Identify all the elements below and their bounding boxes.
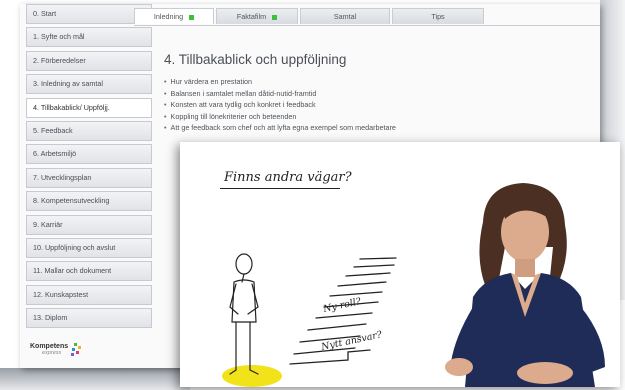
list-item: Konsten att vara tydlig och konkret i fe…	[164, 99, 396, 111]
sidebar-item-forberedelser[interactable]: 2. Förberedelser	[26, 50, 152, 71]
staircase-sketch: Ny roll? Nytt ansvar?	[222, 253, 397, 387]
sidebar-item-tillbakablick[interactable]: 4. Tillbakablick/ Uppföljj.	[26, 97, 152, 118]
topic-list: Hur värdera en prestation Balansen i sam…	[164, 76, 396, 134]
sidebar-item-label: 9. Karriär	[33, 219, 63, 229]
title-underline	[220, 188, 340, 189]
sidebar-item-label: 6. Arbetsmiljö	[33, 149, 77, 159]
completed-indicator	[189, 14, 195, 20]
sidebar-item-label: 12. Kunskapstest	[33, 289, 89, 299]
sidebar-item-label: 10. Uppföljning och avslut	[33, 242, 116, 252]
sidebar-item-label: 8. Kompetensutveckling	[33, 196, 110, 206]
step-label-ny-roll: Ny roll?	[321, 296, 362, 315]
window-shadow-bottom	[0, 368, 190, 390]
sidebar-item-label: 2. Förberedelser	[33, 55, 86, 65]
tab-label: Tips	[431, 12, 445, 21]
video-player[interactable]: Finns andra vägar? Ny roll? Nytt ansvar?	[180, 142, 620, 387]
sidebar-item-kunskapstest[interactable]: 12. Kunskapstest	[26, 284, 152, 305]
sidebar-item-label: 5. Feedback	[33, 125, 73, 135]
video-slide-title: Finns andra vägar?	[224, 170, 352, 185]
tab-samtal[interactable]: Samtal	[300, 8, 390, 24]
sidebar-item-syfte[interactable]: 1. Syfte och mål	[26, 27, 152, 48]
sidebar-item-utvecklingsplan[interactable]: 7. Utvecklingsplan	[26, 167, 152, 188]
sidebar-item-karriar[interactable]: 9. Karriär	[26, 214, 152, 235]
tab-label: Samtal	[333, 12, 357, 21]
sidebar-item-label: 11. Mallar och dokument	[33, 266, 112, 276]
sidebar-item-label: 13. Diplom	[33, 313, 68, 323]
sidebar-item-label: 1. Syfte och mål	[33, 32, 85, 42]
page-title: 4. Tillbakablick och uppföljning	[164, 52, 347, 67]
list-item: Balansen i samtalet mellan dåtid-nutid-f…	[164, 88, 396, 100]
tab-label: Faktafilm	[236, 12, 267, 21]
tab-divider	[134, 25, 600, 26]
sidebar-item-feedback[interactable]: 5. Feedback	[26, 120, 152, 141]
sidebar-item-arbetsmiljo[interactable]: 6. Arbetsmiljö	[26, 144, 152, 165]
presenter-image	[445, 183, 605, 387]
sidebar-item-label: 4. Tillbakablick/ Uppföljj.	[33, 102, 110, 112]
sidebar-item-uppfoljning[interactable]: 10. Uppföljning och avslut	[26, 237, 152, 258]
sidebar-item-diplom[interactable]: 13. Diplom	[26, 308, 152, 329]
completed-indicator	[272, 14, 278, 20]
list-item: Koppling till lönekriterier och beteende…	[164, 111, 396, 123]
brand-logo: Kompetens express	[30, 343, 68, 356]
sidebar-item-label: 0. Start	[33, 9, 57, 18]
tab-tips[interactable]: Tips	[392, 8, 484, 24]
sidebar-item-inledning[interactable]: 3. Inledning av samtal	[26, 74, 152, 95]
sidebar-item-mallar[interactable]: 11. Mallar och dokument	[26, 261, 152, 282]
tab-faktafilm[interactable]: Faktafilm	[216, 8, 298, 24]
step-label-nytt-ansvar: Nytt ansvar?	[319, 329, 383, 353]
logo-subtext: express	[42, 350, 62, 356]
sidebar-item-label: 3. Inledning av samtal	[33, 79, 103, 89]
chapter-sidebar: 0. Start 1. Syfte och mål 2. Förberedels…	[26, 4, 152, 331]
sidebar-item-kompetensutveckling[interactable]: 8. Kompetensutveckling	[26, 191, 152, 212]
sidebar-item-label: 7. Utvecklingsplan	[33, 172, 92, 182]
brand-mark-icon	[71, 343, 81, 356]
tab-label: Inledning	[153, 12, 184, 21]
logo-text: Kompetens	[30, 343, 69, 350]
tab-inledning[interactable]: Inledning	[134, 8, 214, 24]
list-item: Att ge feedback som chef och att lyfta e…	[164, 122, 396, 134]
list-item: Hur värdera en prestation	[164, 76, 396, 88]
